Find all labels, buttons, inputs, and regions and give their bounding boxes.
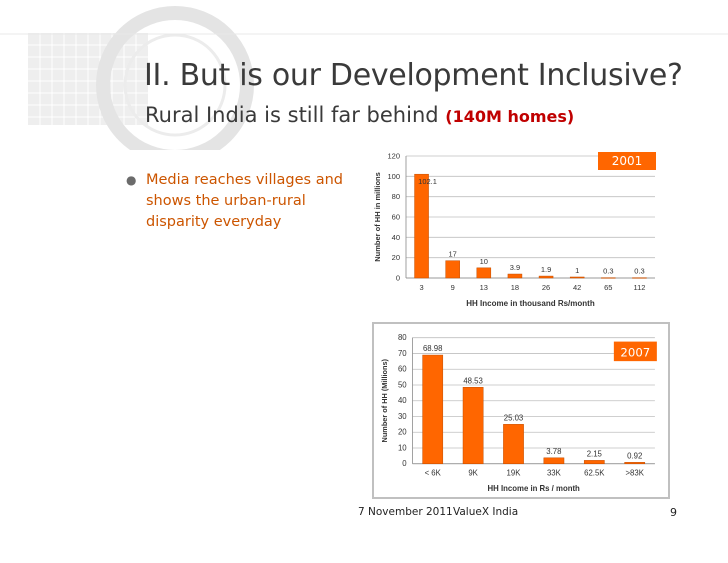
- x-axis-label: HH Income in thousand Rs/month: [466, 299, 595, 308]
- bar: [414, 173, 429, 279]
- x-tick-label: 3: [419, 283, 423, 292]
- data-label: 0.92: [627, 451, 642, 460]
- x-tick-label: 65: [604, 283, 612, 292]
- y-tick-label: 100: [387, 172, 400, 181]
- data-label: 17: [449, 250, 457, 259]
- y-tick-label: 30: [398, 412, 407, 421]
- slide-title: II. But is our Development Inclusive?: [144, 58, 683, 93]
- bullet-text: Media reaches villages and shows the urb…: [146, 172, 343, 230]
- bullet-dot-icon: ●: [126, 173, 137, 187]
- x-tick-label: 19K: [507, 468, 522, 477]
- y-tick-label: 60: [398, 365, 407, 374]
- subtitle-highlight: (140M homes): [445, 107, 575, 126]
- bar: [476, 267, 492, 279]
- footer-date: 7 November 2011: [358, 506, 453, 518]
- y-tick-label: 40: [392, 233, 400, 242]
- footer-org: ValueX India: [453, 506, 519, 518]
- x-tick-label: 62.5K: [584, 468, 605, 477]
- data-label: 10: [480, 257, 488, 266]
- x-axis-label: HH Income in Rs / month: [488, 484, 581, 493]
- bar: [462, 387, 484, 465]
- data-label: 48.53: [463, 376, 483, 385]
- data-label: 2.15: [587, 449, 603, 458]
- subtitle-text: Rural India is still far behind: [145, 103, 439, 127]
- y-tick-label: 10: [398, 443, 407, 452]
- x-tick-label: 33K: [547, 468, 562, 477]
- chart-2007: 0 10 20 30 40 50 60 70 80 < 6K 68.98 9K 48.53 19K 25.0…: [372, 322, 670, 499]
- x-tick-label: 13: [480, 283, 488, 292]
- year-badge-label: 2007: [620, 345, 650, 359]
- data-label: 68.98: [423, 344, 443, 353]
- x-tick-label: 9: [451, 283, 455, 292]
- bar: [507, 273, 523, 279]
- y-tick-label: 60: [392, 213, 400, 222]
- data-label: 1.9: [541, 265, 551, 274]
- data-label: 3.78: [546, 447, 561, 456]
- data-label: 25.03: [504, 413, 524, 422]
- bar: [538, 275, 554, 279]
- bar: [624, 462, 646, 465]
- chart-2001: 0 20 40 60 80 100 120 3 102.1 9 17 13 10 18 3.9 26 1.9 42…: [373, 152, 656, 308]
- y-tick-label: 0: [402, 459, 407, 468]
- y-tick-label: 40: [398, 396, 407, 405]
- bar: [445, 260, 460, 279]
- y-tick-label: 70: [398, 349, 407, 358]
- y-axis-label: Number of HH in millions: [373, 172, 382, 262]
- y-tick-label: 120: [387, 152, 400, 161]
- bar: [601, 277, 616, 279]
- y-tick-label: 20: [398, 428, 407, 437]
- page-number: 9: [670, 506, 677, 519]
- year-badge-label: 2001: [612, 154, 643, 168]
- y-tick-label: 20: [392, 253, 400, 262]
- bar: [569, 276, 585, 279]
- data-label: 0.3: [603, 267, 613, 276]
- bar: [422, 354, 444, 465]
- y-tick-label: 50: [398, 380, 407, 389]
- data-label: 1: [575, 266, 579, 275]
- x-tick-label: 112: [633, 283, 645, 292]
- y-tick-label: 80: [392, 192, 400, 201]
- bar: [632, 277, 647, 279]
- bar: [583, 460, 605, 465]
- data-label: 102.1: [418, 177, 437, 186]
- data-label: 0.3: [634, 267, 644, 276]
- x-tick-label: 18: [511, 283, 519, 292]
- x-tick-label: 9K: [468, 468, 478, 477]
- x-tick-label: >83K: [625, 468, 644, 477]
- y-tick-label: 80: [398, 333, 407, 342]
- slide-subtitle: Rural India is still far behind (140M ho…: [145, 103, 574, 127]
- y-tick-label: 0: [396, 274, 400, 283]
- x-tick-label: 42: [573, 283, 581, 292]
- bar: [543, 457, 565, 465]
- y-axis-label: Number of HH (Millions): [380, 358, 389, 442]
- x-tick-label: < 6K: [425, 468, 442, 477]
- x-tick-label: 26: [542, 283, 550, 292]
- bar: [503, 424, 524, 465]
- data-label: 3.9: [510, 263, 520, 272]
